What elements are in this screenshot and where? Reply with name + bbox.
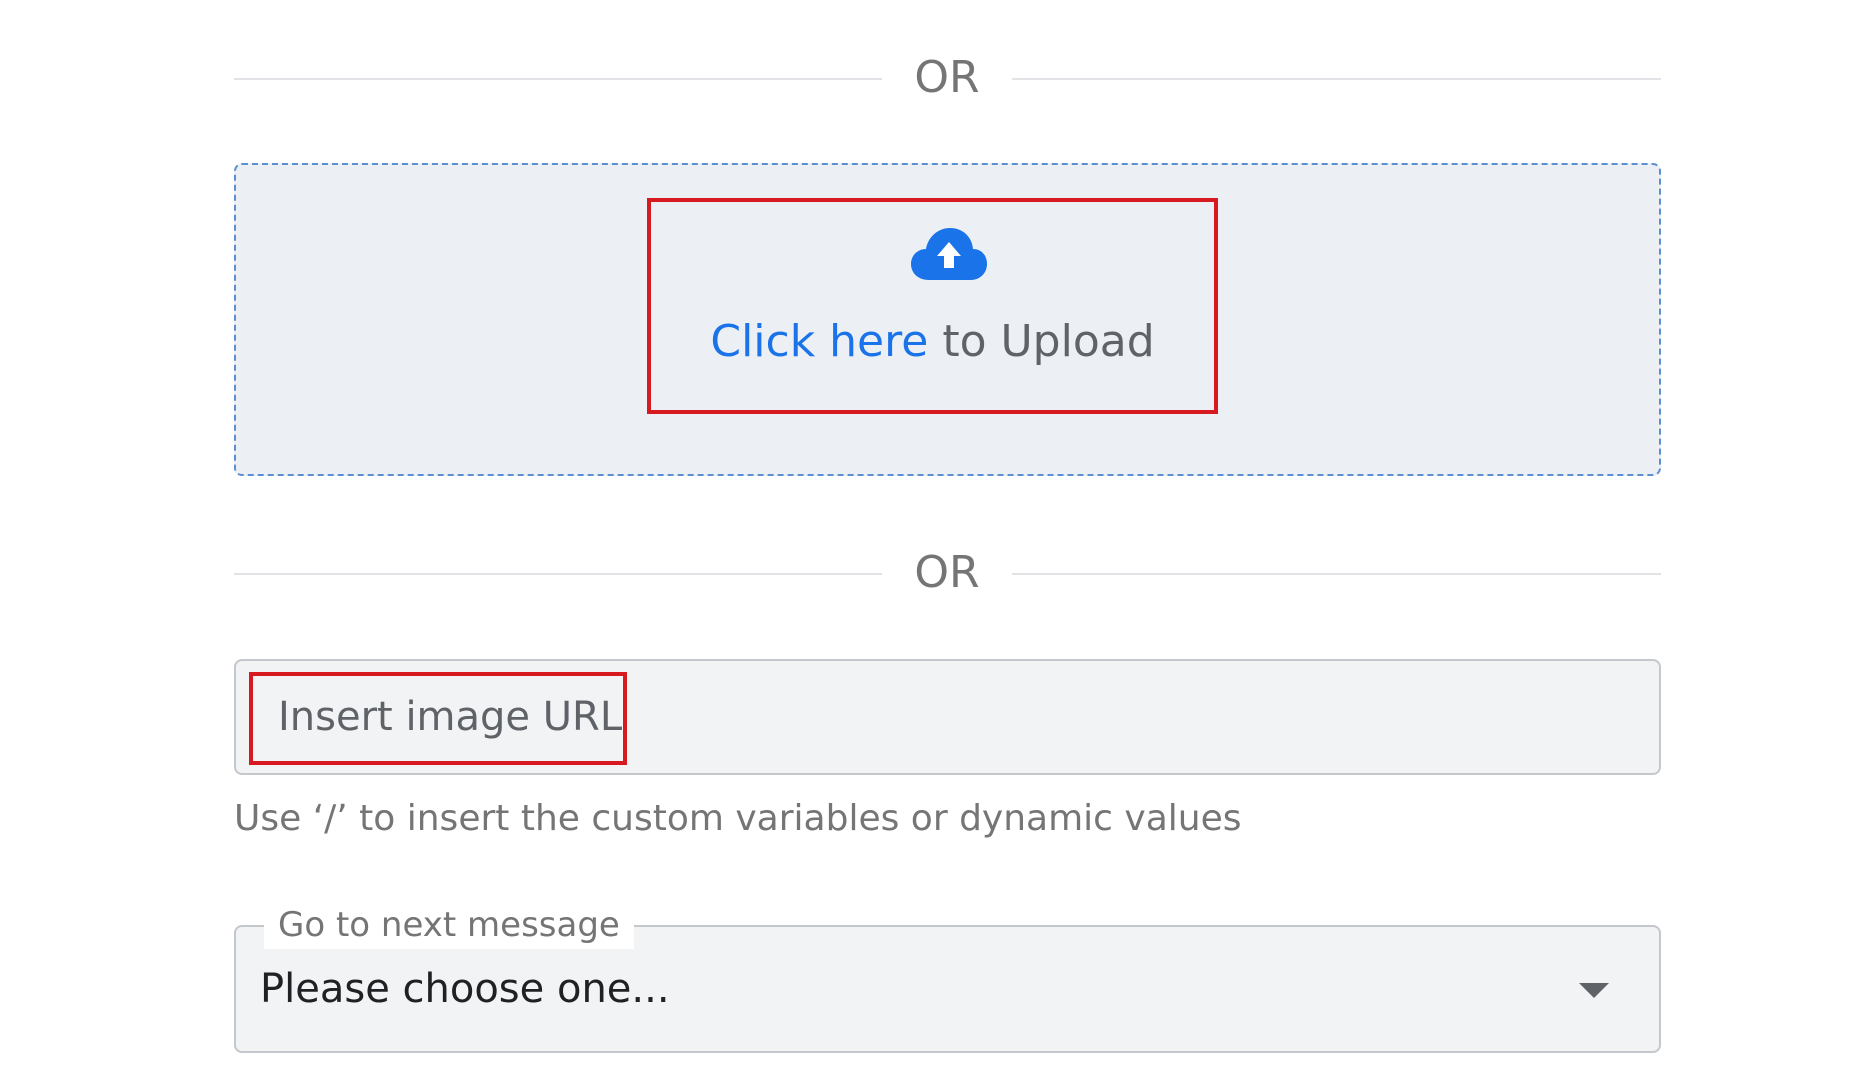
upload-label-rest: to Upload — [928, 316, 1155, 367]
divider-line — [234, 78, 882, 80]
or-divider: OR — [234, 547, 1661, 598]
divider-line — [1012, 573, 1661, 575]
or-label: OR — [914, 52, 980, 103]
url-helper-text: Use ‘/’ to insert the custom variables o… — [234, 798, 1242, 839]
next-message-select[interactable]: Go to next message Please choose one... — [234, 901, 1661, 1053]
next-message-label: Go to next message — [264, 901, 634, 949]
upload-link[interactable]: Click here — [710, 316, 928, 367]
upload-label: Click here to Upload — [651, 312, 1214, 372]
or-divider: OR — [234, 52, 1661, 103]
image-url-input[interactable] — [236, 661, 1659, 773]
divider-line — [234, 573, 882, 575]
image-url-field — [234, 659, 1661, 775]
dropdown-arrow-icon — [1579, 983, 1609, 998]
cloud-upload-icon — [911, 228, 987, 280]
upload-button[interactable]: Click here to Upload — [647, 198, 1218, 414]
upload-dropzone[interactable]: Click here to Upload — [234, 163, 1661, 476]
divider-line — [1012, 78, 1661, 80]
or-label: OR — [914, 547, 980, 598]
next-message-value: Please choose one... — [260, 966, 670, 1012]
